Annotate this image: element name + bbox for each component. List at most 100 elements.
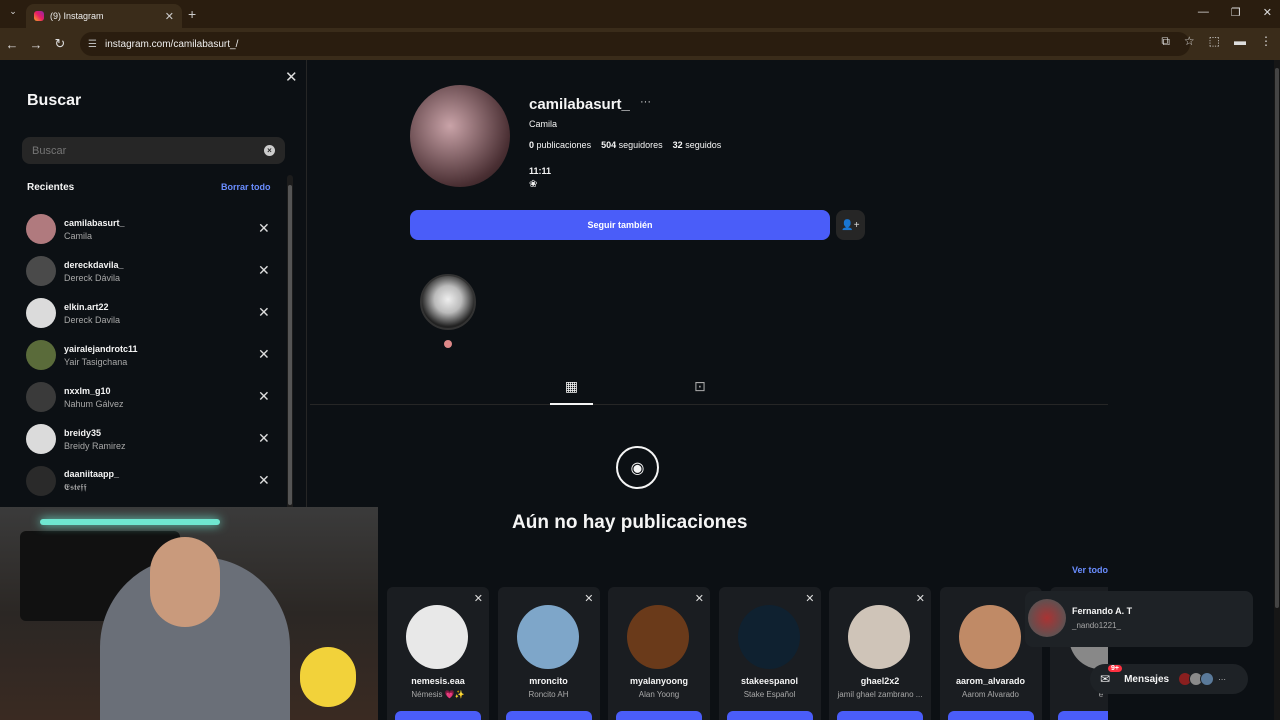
bookmark-star-icon[interactable]: ☆ — [1184, 34, 1195, 49]
recent-item[interactable]: camilabasurt_ Camila ✕ — [26, 208, 276, 250]
suggestion-card[interactable]: ✕ myalanyoong Alan Yoong — [608, 587, 710, 720]
suggested-users-icon[interactable]: 👤+ — [836, 210, 865, 240]
suggestion-name: Aarom Alvarado — [962, 690, 1019, 699]
browser-tab[interactable]: (9) Instagram ✕ — [26, 4, 182, 28]
following-count[interactable]: 32 seguidos — [673, 140, 722, 150]
suggestion-follow-button[interactable] — [947, 711, 1034, 720]
suggestion-avatar[interactable] — [848, 605, 910, 669]
toolbar-icons: ⧉ ☆ ⬚ ▬ ⋮ — [1161, 34, 1272, 49]
recent-item[interactable]: yairalejandrotc11 Yair Tasigchana ✕ — [26, 334, 276, 376]
recent-avatar — [26, 466, 56, 496]
suggestion-follow-button[interactable] — [1058, 711, 1108, 720]
suggestion-avatar[interactable] — [958, 605, 1021, 669]
back-icon[interactable]: ← — [0, 37, 24, 52]
messages-label: Mensajes — [1124, 673, 1170, 685]
messages-bar[interactable]: ✉ 9+ Mensajes ··· — [1090, 664, 1248, 694]
recent-text: yairalejandrotc11 Yair Tasigchana — [64, 344, 138, 367]
recent-full-name: Breidy Ramirez — [64, 440, 126, 451]
suggestion-card[interactable]: ✕ stakeespanol Stake Español — [718, 587, 821, 720]
minimize-icon[interactable]: — — [1198, 6, 1209, 19]
recent-full-name: Nahum Gálvez — [64, 398, 124, 409]
followers-count[interactable]: 504 seguidores — [601, 140, 663, 150]
dismiss-suggestion-icon[interactable]: ✕ — [805, 592, 814, 605]
tab-search-icon[interactable]: ⌄ — [6, 6, 20, 20]
remove-recent-icon[interactable]: ✕ — [258, 220, 270, 237]
suggestion-card[interactable]: ✕ mroncito Roncito AH — [497, 587, 600, 720]
bio-line-1: 11:11 — [529, 166, 552, 176]
url-bar[interactable]: ☰ instagram.com/camilabasurt_/ — [80, 32, 1190, 56]
recent-item[interactable]: nxxlm_g10 Nahum Gálvez ✕ — [26, 376, 276, 418]
recent-username: yairalejandrotc11 — [64, 343, 138, 354]
remove-recent-icon[interactable]: ✕ — [258, 388, 270, 405]
recent-item[interactable]: breidy35 Breidy Ramirez ✕ — [26, 418, 276, 460]
recent-avatar — [26, 382, 56, 412]
suggestion-card[interactable]: ✕ ghael2x2 jamil ghael zambrano ... — [829, 587, 931, 720]
more-options-icon[interactable]: ··· — [640, 96, 651, 108]
recent-avatar — [26, 214, 56, 244]
remove-recent-icon[interactable]: ✕ — [258, 262, 270, 279]
suggestion-follow-button[interactable] — [395, 711, 481, 720]
suggestion-card[interactable]: ✕ nemesis.eaa Némesis 💗✨ — [387, 587, 489, 720]
dismiss-suggestion-icon[interactable]: ✕ — [584, 592, 593, 605]
new-tab-icon[interactable]: + — [188, 6, 196, 22]
suggestion-username: myalanyoong — [629, 676, 688, 686]
dismiss-suggestion-icon[interactable]: ✕ — [695, 592, 704, 605]
recent-text: elkin.art22 Dereck Davila — [64, 302, 120, 325]
story-highlight[interactable] — [420, 274, 476, 330]
site-info-icon[interactable]: ☰ — [88, 39, 97, 50]
scrollbar-thumb[interactable] — [288, 185, 292, 505]
notification-name: Fernando A. T — [1072, 606, 1133, 616]
suggestion-follow-button[interactable] — [616, 711, 702, 720]
dismiss-suggestion-icon[interactable]: ✕ — [916, 592, 925, 605]
remove-recent-icon[interactable]: ✕ — [258, 304, 270, 321]
search-input[interactable] — [32, 144, 252, 157]
tab-close-icon[interactable]: ✕ — [165, 10, 174, 23]
recent-full-name: Yair Tasigchana — [64, 356, 128, 367]
recent-text: camilabasurt_ Camila — [64, 218, 125, 241]
search-box[interactable]: × — [22, 137, 285, 164]
menu-dots-icon[interactable]: ⋮ — [1260, 34, 1272, 49]
message-notification[interactable]: Fernando A. T _nando1221_ — [1025, 591, 1253, 647]
reload-icon[interactable]: ↻ — [48, 36, 72, 52]
remove-recent-icon[interactable]: ✕ — [258, 430, 270, 447]
recent-username: elkin.art22 — [64, 301, 109, 312]
maximize-icon[interactable]: ❐ — [1231, 6, 1241, 19]
recent-item[interactable]: dereckdavila_ Dereck Dávila ✕ — [26, 250, 276, 292]
close-search-icon[interactable]: ✕ — [285, 68, 298, 86]
forward-icon[interactable]: → — [24, 37, 48, 52]
tab-posts-grid-icon[interactable]: ▦ — [550, 378, 593, 405]
recent-item[interactable]: daaniitaapp_ 𝕰𝖘𝖙𝖊𝖋𝖋 ✕ — [26, 460, 276, 502]
search-scrollbar[interactable] — [287, 175, 293, 515]
see-all-link[interactable]: Ver todo — [1072, 565, 1108, 575]
suggestion-avatar[interactable] — [516, 605, 579, 669]
webcam-led-light — [40, 519, 220, 525]
dismiss-suggestion-icon[interactable]: ✕ — [474, 592, 483, 605]
profile-username: camilabasurt_ — [529, 96, 630, 113]
suggestion-follow-button[interactable] — [505, 711, 592, 720]
clear-all-button[interactable]: Borrar todo — [221, 182, 271, 192]
extensions-icon[interactable]: ⬚ — [1209, 34, 1220, 49]
suggestion-name: Alan Yoong — [638, 690, 680, 699]
suggestion-avatar[interactable] — [737, 605, 800, 669]
remove-recent-icon[interactable]: ✕ — [258, 346, 270, 363]
follow-back-button[interactable]: Seguir también — [410, 210, 830, 240]
suggestion-avatar[interactable] — [627, 605, 689, 669]
close-window-icon[interactable]: ✕ — [1263, 6, 1272, 19]
recent-avatar — [26, 340, 56, 370]
suggestion-avatar[interactable] — [406, 605, 468, 669]
recent-item[interactable]: elkin.art22 Dereck Davila ✕ — [26, 292, 276, 334]
profile-icon[interactable]: ▬ — [1234, 34, 1246, 49]
suggestion-follow-button[interactable] — [837, 711, 923, 720]
page-scrollbar[interactable] — [1274, 60, 1280, 720]
remove-recent-icon[interactable]: ✕ — [258, 472, 270, 489]
messages-badge: 9+ — [1108, 665, 1122, 672]
tab-tagged-icon[interactable]: ⊡ — [694, 378, 706, 395]
page-scrollbar-thumb[interactable] — [1275, 68, 1279, 608]
profile-avatar[interactable] — [410, 85, 510, 187]
clear-search-icon[interactable]: × — [264, 145, 275, 156]
recent-text: daaniitaapp_ 𝕰𝖘𝖙𝖊𝖋𝖋 — [64, 469, 119, 493]
recent-text: breidy35 Breidy Ramirez — [64, 428, 126, 451]
suggestion-follow-button[interactable] — [726, 711, 813, 720]
url-text: instagram.com/camilabasurt_/ — [104, 38, 239, 50]
install-app-icon[interactable]: ⧉ — [1161, 34, 1170, 49]
